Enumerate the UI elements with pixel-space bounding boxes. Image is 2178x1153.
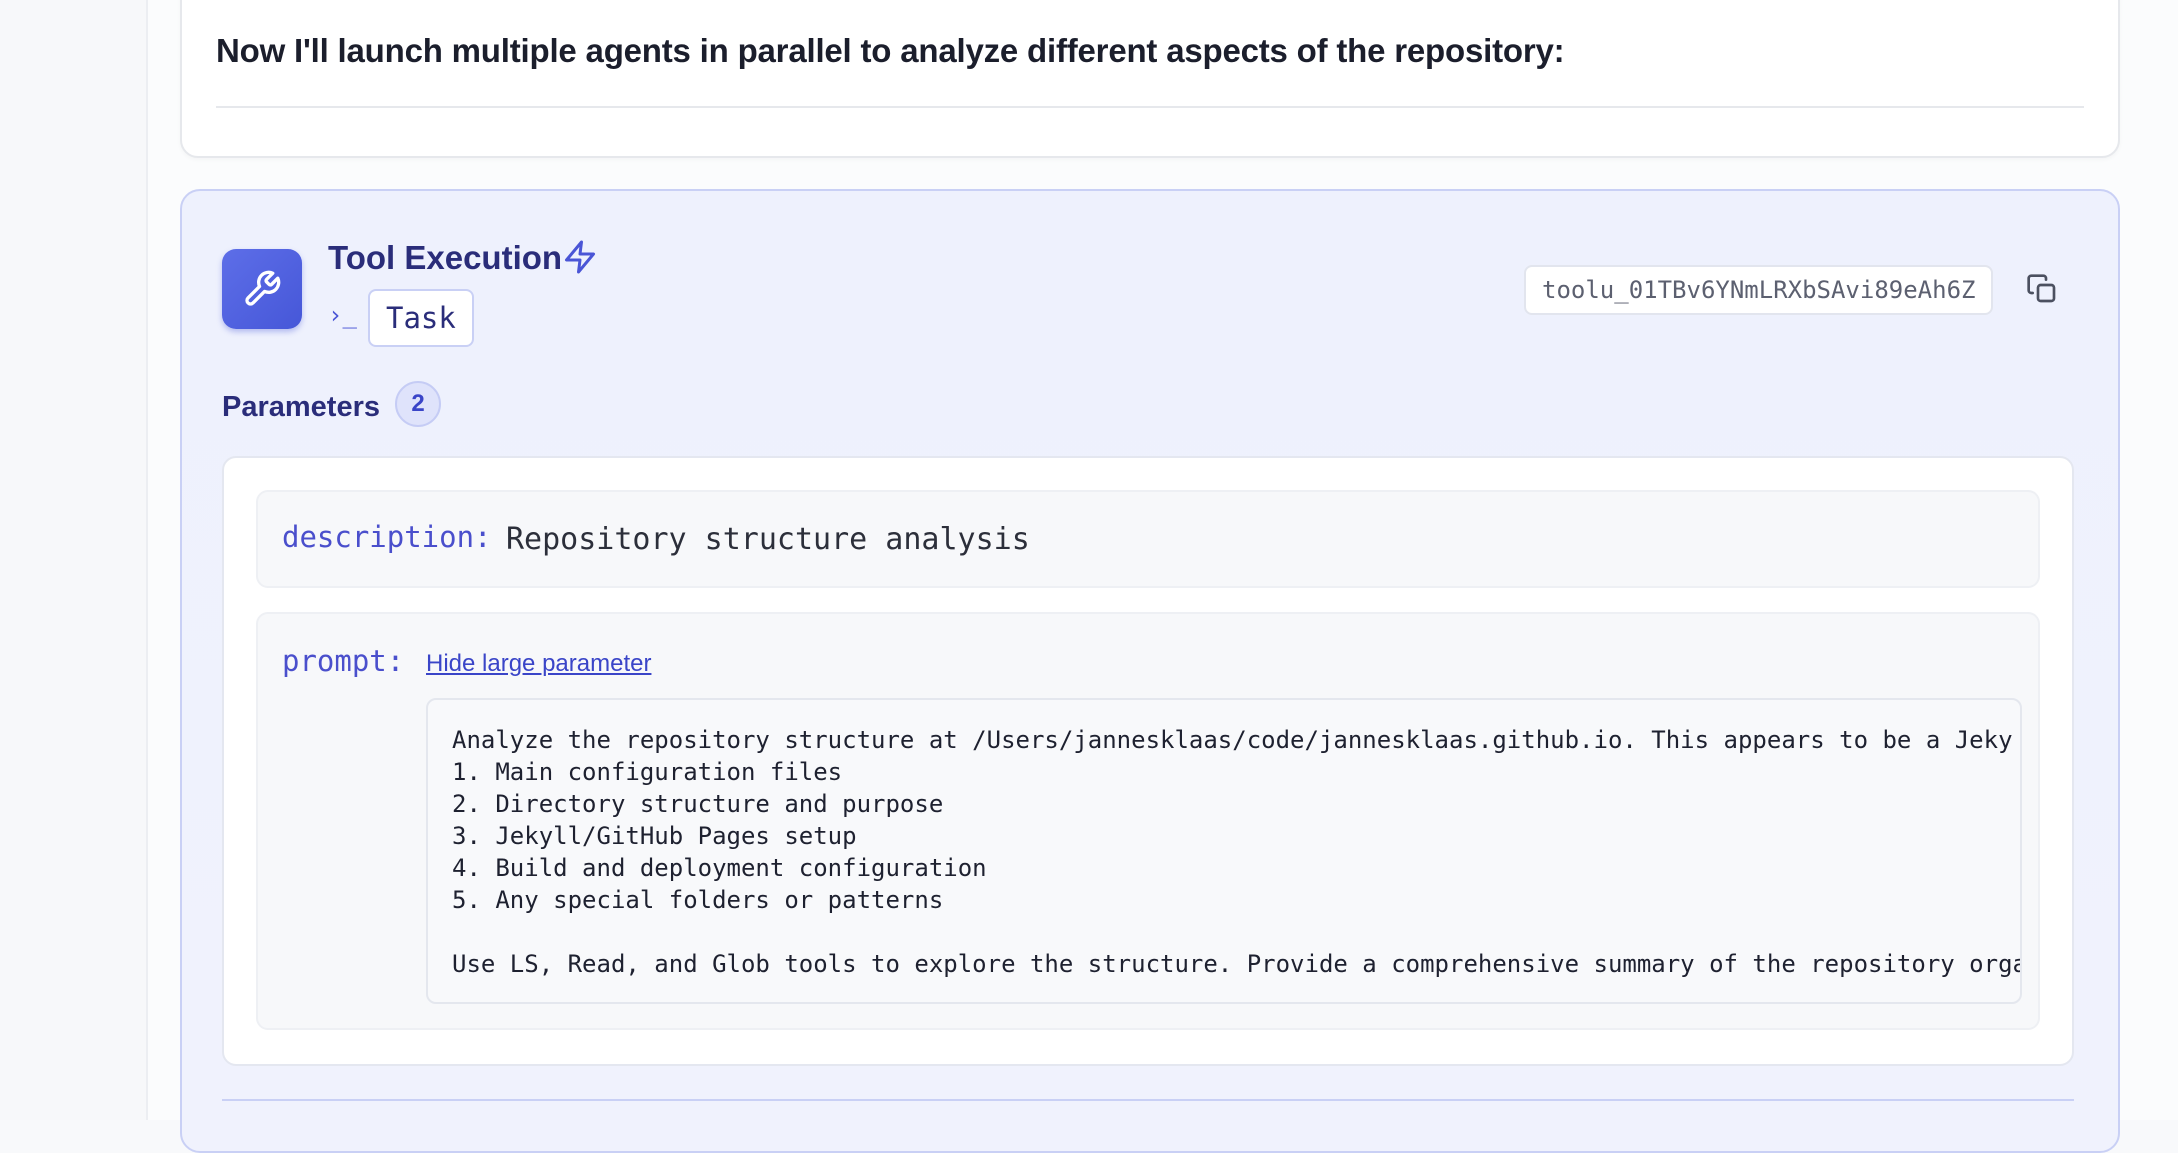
tool-id-badge: toolu_01TBv6YNmLRXbSAvi89eAh6Z	[1524, 265, 1994, 315]
assistant-message-card: Now I'll launch multiple agents in paral…	[180, 0, 2120, 158]
parameter-key-description: description:	[282, 520, 492, 554]
tool-execution-title: Tool Execution	[328, 239, 563, 276]
tool-name-badge: Task	[368, 289, 474, 347]
terminal-prompt-icon: ›_	[328, 301, 357, 329]
parameters-label: Parameters	[222, 391, 380, 423]
wrench-icon	[222, 249, 302, 329]
hide-large-parameter-link[interactable]: Hide large parameter	[426, 650, 651, 678]
parameter-value-description: Repository structure analysis	[506, 522, 1030, 557]
tool-execution-card: Tool Execution ›_ Task toolu_01TBv6YNmLR…	[180, 189, 2120, 1153]
parameter-value-prompt: Analyze the repository structure at /Use…	[452, 726, 2022, 978]
section-divider	[222, 1099, 2074, 1101]
parameter-row-prompt: prompt: Hide large parameter Analyze the…	[256, 612, 2040, 1030]
parameters-count-badge: 2	[395, 381, 441, 427]
parameters-panel: description: Repository structure analys…	[222, 456, 2074, 1066]
copy-icon[interactable]	[2022, 269, 2062, 309]
parameter-key-prompt: prompt:	[282, 644, 405, 678]
message-divider	[216, 106, 2084, 108]
parameter-row-description: description: Repository structure analys…	[256, 490, 2040, 588]
bolt-icon	[565, 240, 595, 274]
left-gutter	[0, 0, 148, 1120]
prompt-value-box[interactable]: Analyze the repository structure at /Use…	[426, 698, 2022, 1004]
assistant-message-text: Now I'll launch multiple agents in paral…	[216, 32, 1565, 69]
